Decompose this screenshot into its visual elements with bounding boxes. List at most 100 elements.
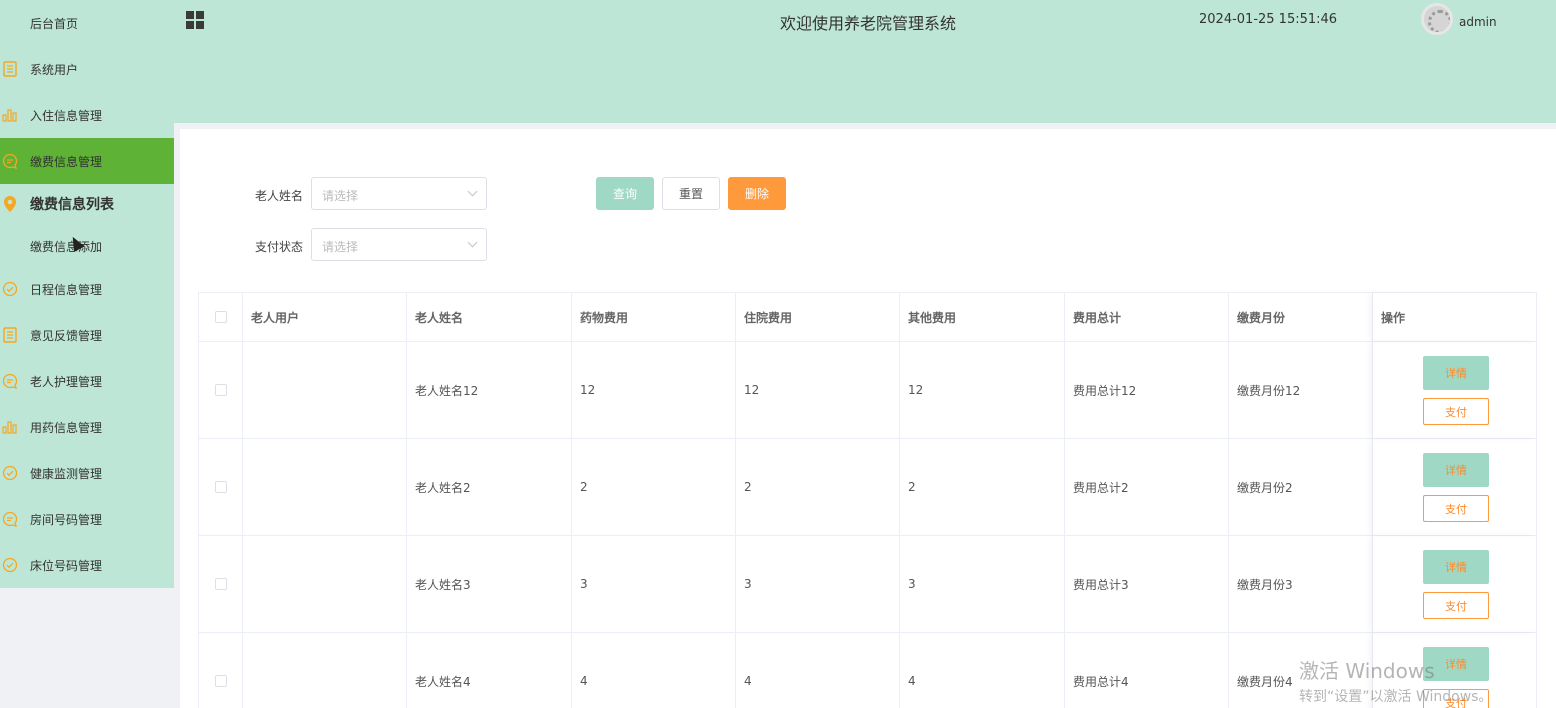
sidebar-item-feedback[interactable]: 意见反馈管理 xyxy=(0,312,174,358)
cell-actions: 详情 支付 xyxy=(1373,536,1536,632)
table-row: 老人姓名2 2 2 2 费用总计2 缴费月份2 详情 支付 xyxy=(199,439,1536,536)
cell-total: 费用总计3 xyxy=(1065,536,1229,632)
reset-button[interactable]: 重置 xyxy=(662,177,720,210)
check-circle-icon xyxy=(2,281,18,297)
sidebar-item-label: 用药信息管理 xyxy=(30,420,103,435)
row-select-cell xyxy=(199,633,243,708)
delete-button[interactable]: 删除 xyxy=(728,177,786,210)
column-header: 操作 xyxy=(1373,293,1536,341)
sidebar-item-checkin[interactable]: 入住信息管理 xyxy=(0,92,174,138)
chevron-down-icon xyxy=(467,186,478,197)
sidebar-item-label: 后台首页 xyxy=(30,16,79,31)
table-header-row: 老人用户 老人姓名 药物费用 住院费用 其他费用 费用总计 缴费月份 操作 xyxy=(199,293,1536,342)
cell-name: 老人姓名2 xyxy=(407,439,572,535)
cell-name: 老人姓名4 xyxy=(407,633,572,708)
column-header: 老人姓名 xyxy=(407,293,572,341)
cell-user xyxy=(243,633,407,708)
cell-drug: 2 xyxy=(572,439,736,535)
sidebar-item-label: 床位号码管理 xyxy=(30,558,103,573)
cell-name: 老人姓名3 xyxy=(407,536,572,632)
status-filter-label: 支付状态 xyxy=(255,240,304,254)
check-circle-icon xyxy=(2,465,18,481)
pay-button[interactable]: 支付 xyxy=(1423,398,1489,425)
table-row: 老人姓名3 3 3 3 费用总计3 缴费月份3 详情 支付 xyxy=(199,536,1536,633)
chevron-down-icon xyxy=(467,237,478,248)
column-header: 药物费用 xyxy=(572,293,736,341)
sidebar-item-room[interactable]: 房间号码管理 xyxy=(0,496,174,542)
row-select-cell xyxy=(199,342,243,438)
cell-user xyxy=(243,536,407,632)
column-header: 其他费用 xyxy=(900,293,1065,341)
sidebar-item-payment[interactable]: 缴费信息管理 xyxy=(0,138,174,184)
cell-month: 缴费月份3 xyxy=(1229,536,1373,632)
sidebar-item-health[interactable]: 健康监测管理 xyxy=(0,450,174,496)
chat-icon xyxy=(2,153,18,169)
pay-button[interactable]: 支付 xyxy=(1423,592,1489,619)
cell-hospital: 3 xyxy=(736,536,900,632)
row-checkbox[interactable] xyxy=(214,384,227,396)
row-checkbox[interactable] xyxy=(214,675,227,687)
sidebar-item-schedule[interactable]: 日程信息管理 xyxy=(0,266,174,312)
cell-actions: 详情 支付 xyxy=(1373,342,1536,438)
cell-total: 费用总计12 xyxy=(1065,342,1229,438)
sidebar-item-label: 健康监测管理 xyxy=(30,466,103,481)
name-filter-select[interactable]: 请选择 xyxy=(311,177,487,210)
sidebar-item-home[interactable]: 后台首页 xyxy=(0,0,174,46)
sidebar-item-label: 缴费信息管理 xyxy=(30,154,103,169)
cell-other: 12 xyxy=(900,342,1065,438)
row-select-cell xyxy=(199,439,243,535)
check-circle-icon xyxy=(2,557,18,573)
sidebar-item-payment-list[interactable]: 缴费信息列表 xyxy=(0,181,174,227)
sidebar-item-bed[interactable]: 床位号码管理 xyxy=(0,542,174,588)
sidebar-item-label: 缴费信息添加 xyxy=(30,239,103,254)
column-header: 缴费月份 xyxy=(1229,293,1373,341)
sidebar-item-label: 老人护理管理 xyxy=(30,374,103,389)
detail-button[interactable]: 详情 xyxy=(1423,356,1489,390)
cell-hospital: 2 xyxy=(736,439,900,535)
menu-grid-icon[interactable] xyxy=(186,11,204,29)
table-row: 老人姓名12 12 12 12 费用总计12 缴费月份12 详情 支付 xyxy=(199,342,1536,439)
sidebar-item-payment-add[interactable]: 缴费信息添加 xyxy=(0,223,174,269)
row-checkbox[interactable] xyxy=(214,481,227,493)
cell-drug: 3 xyxy=(572,536,736,632)
avatar[interactable] xyxy=(1421,3,1453,35)
sidebar-item-medication[interactable]: 用药信息管理 xyxy=(0,404,174,450)
status-filter-select[interactable]: 请选择 xyxy=(311,228,487,261)
row-select-cell xyxy=(199,536,243,632)
chat-icon xyxy=(2,511,18,527)
cell-drug: 12 xyxy=(572,342,736,438)
query-button[interactable]: 查询 xyxy=(596,177,654,210)
cell-month: 缴费月份12 xyxy=(1229,342,1373,438)
cell-month: 缴费月份2 xyxy=(1229,439,1373,535)
sidebar-item-nursing[interactable]: 老人护理管理 xyxy=(0,358,174,404)
column-header: 住院费用 xyxy=(736,293,900,341)
header-select-all[interactable] xyxy=(199,293,243,341)
cell-hospital: 12 xyxy=(736,342,900,438)
select-all-checkbox[interactable] xyxy=(214,311,227,323)
cell-total: 费用总计2 xyxy=(1065,439,1229,535)
header-datetime: 2024-01-25 15:51:46 xyxy=(1199,12,1338,27)
column-header: 老人用户 xyxy=(243,293,407,341)
select-placeholder: 请选择 xyxy=(322,189,359,203)
bar-chart-icon xyxy=(2,107,18,123)
sidebar-item-label: 系统用户 xyxy=(30,62,79,77)
sidebar-item-system-users[interactable]: 系统用户 xyxy=(0,46,174,92)
detail-button[interactable]: 详情 xyxy=(1423,453,1489,487)
cell-user xyxy=(243,342,407,438)
select-placeholder: 请选择 xyxy=(322,240,359,254)
page-title: 欢迎使用养老院管理系统 xyxy=(780,14,957,33)
detail-button[interactable]: 详情 xyxy=(1423,550,1489,584)
header: 欢迎使用养老院管理系统 2024-01-25 15:51:46 admin xyxy=(174,0,1556,123)
pay-button[interactable]: 支付 xyxy=(1423,495,1489,522)
name-filter-label: 老人姓名 xyxy=(255,189,304,203)
header-username[interactable]: admin xyxy=(1459,15,1497,29)
document-icon xyxy=(2,61,18,77)
cell-actions: 详情 支付 xyxy=(1373,439,1536,535)
row-checkbox[interactable] xyxy=(214,578,227,590)
cell-drug: 4 xyxy=(572,633,736,708)
cell-other: 3 xyxy=(900,536,1065,632)
chat-icon xyxy=(2,373,18,389)
cell-name: 老人姓名12 xyxy=(407,342,572,438)
sidebar-item-label: 入住信息管理 xyxy=(30,108,103,123)
sidebar-item-label: 意见反馈管理 xyxy=(30,328,103,343)
